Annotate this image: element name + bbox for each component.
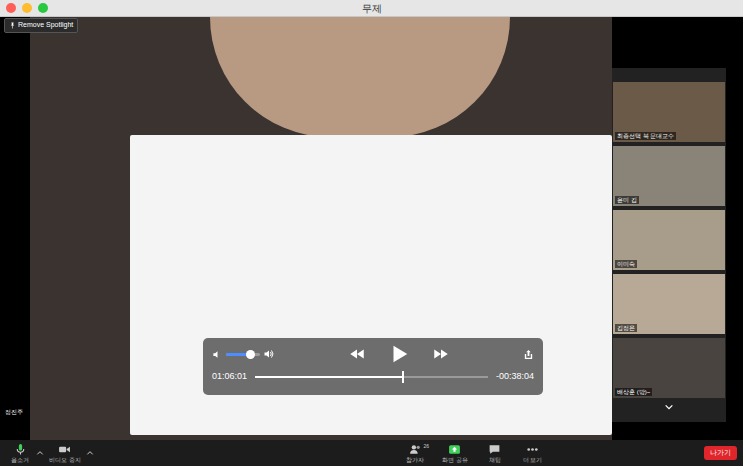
progress-row: 01:06:01 -00:38:04 bbox=[212, 370, 534, 384]
video-button[interactable]: 비디오 중지 bbox=[46, 443, 84, 464]
participants-icon bbox=[409, 443, 422, 456]
mic-icon bbox=[14, 443, 27, 456]
share-icon[interactable] bbox=[523, 349, 534, 360]
participant-name: 김정은 bbox=[615, 324, 637, 332]
participant-name: 배상훈 (방)~ bbox=[615, 388, 652, 396]
volume-slider[interactable] bbox=[226, 353, 260, 356]
mic-button[interactable]: 음소거 bbox=[6, 443, 34, 464]
rewind-icon[interactable] bbox=[348, 345, 366, 363]
playhead[interactable] bbox=[402, 371, 404, 383]
fast-forward-icon[interactable] bbox=[432, 345, 450, 363]
window-controls bbox=[0, 3, 48, 13]
participant-strip: 최종선택 북 문대교수윤미 김이미숙김정은배상훈 (방)~ bbox=[612, 68, 726, 422]
window-title: 무제 bbox=[0, 0, 743, 17]
transport-controls bbox=[275, 343, 523, 365]
participants-button[interactable]: 26참가자 bbox=[401, 443, 429, 464]
media-player: 01:06:01 -00:38:04 bbox=[203, 338, 543, 395]
volume-low-icon bbox=[212, 349, 223, 360]
volume-high-icon bbox=[263, 348, 275, 360]
audio-video-controls: 음소거 비디오 중지 bbox=[6, 443, 94, 464]
video-icon bbox=[58, 443, 71, 456]
speaker-name: 정진주 bbox=[3, 408, 25, 417]
chat-button[interactable]: 채팅 bbox=[481, 443, 509, 464]
volume-knob[interactable] bbox=[246, 350, 255, 359]
participant-name: 최종선택 북 문대교수 bbox=[615, 132, 676, 140]
caret-up-icon[interactable] bbox=[86, 449, 94, 457]
progress-fill bbox=[255, 376, 402, 378]
meeting-area: Remove Spotlight 정진주 01:06:01 -00:38:04 최종선택… bbox=[0, 17, 743, 440]
play-icon[interactable] bbox=[388, 343, 410, 365]
remaining-time: -00:38:04 bbox=[496, 370, 534, 384]
chat-icon bbox=[488, 443, 501, 456]
minimize-button[interactable] bbox=[22, 3, 32, 13]
remove-spotlight-button[interactable]: Remove Spotlight bbox=[4, 18, 78, 33]
toolbar: 음소거 비디오 중지 26참가자 화면 공유 채팅 더 보기 나가기 bbox=[0, 440, 743, 466]
elapsed-time: 01:06:01 bbox=[212, 370, 247, 384]
participant-tile[interactable]: 이미숙 bbox=[612, 209, 726, 271]
participant-name: 윤미 김 bbox=[615, 196, 639, 204]
participant-tile[interactable]: 최종선택 북 문대교수 bbox=[612, 81, 726, 143]
progress-bar[interactable] bbox=[255, 376, 488, 378]
face-shape bbox=[210, 17, 510, 137]
player-controls bbox=[212, 343, 534, 365]
title-bar: 무제 bbox=[0, 0, 743, 17]
caret-up-icon[interactable] bbox=[36, 449, 44, 457]
pin-icon bbox=[9, 22, 16, 29]
participant-tile[interactable]: 윤미 김 bbox=[612, 145, 726, 207]
leave-button[interactable]: 나가기 bbox=[704, 446, 737, 460]
close-button[interactable] bbox=[6, 3, 16, 13]
more-button[interactable]: 더 보기 bbox=[519, 443, 547, 464]
participant-tile[interactable]: 김정은 bbox=[612, 273, 726, 335]
share-button[interactable]: 화면 공유 bbox=[439, 443, 471, 464]
chevron-down-icon[interactable] bbox=[612, 401, 726, 413]
share-icon bbox=[448, 443, 461, 456]
participant-tile[interactable]: 배상훈 (방)~ bbox=[612, 337, 726, 399]
meeting-controls: 26참가자 화면 공유 채팅 더 보기 bbox=[94, 443, 704, 464]
zoom-button[interactable] bbox=[38, 3, 48, 13]
more-icon bbox=[526, 443, 539, 456]
participant-name: 이미숙 bbox=[615, 260, 637, 268]
participant-count: 26 bbox=[423, 443, 429, 451]
